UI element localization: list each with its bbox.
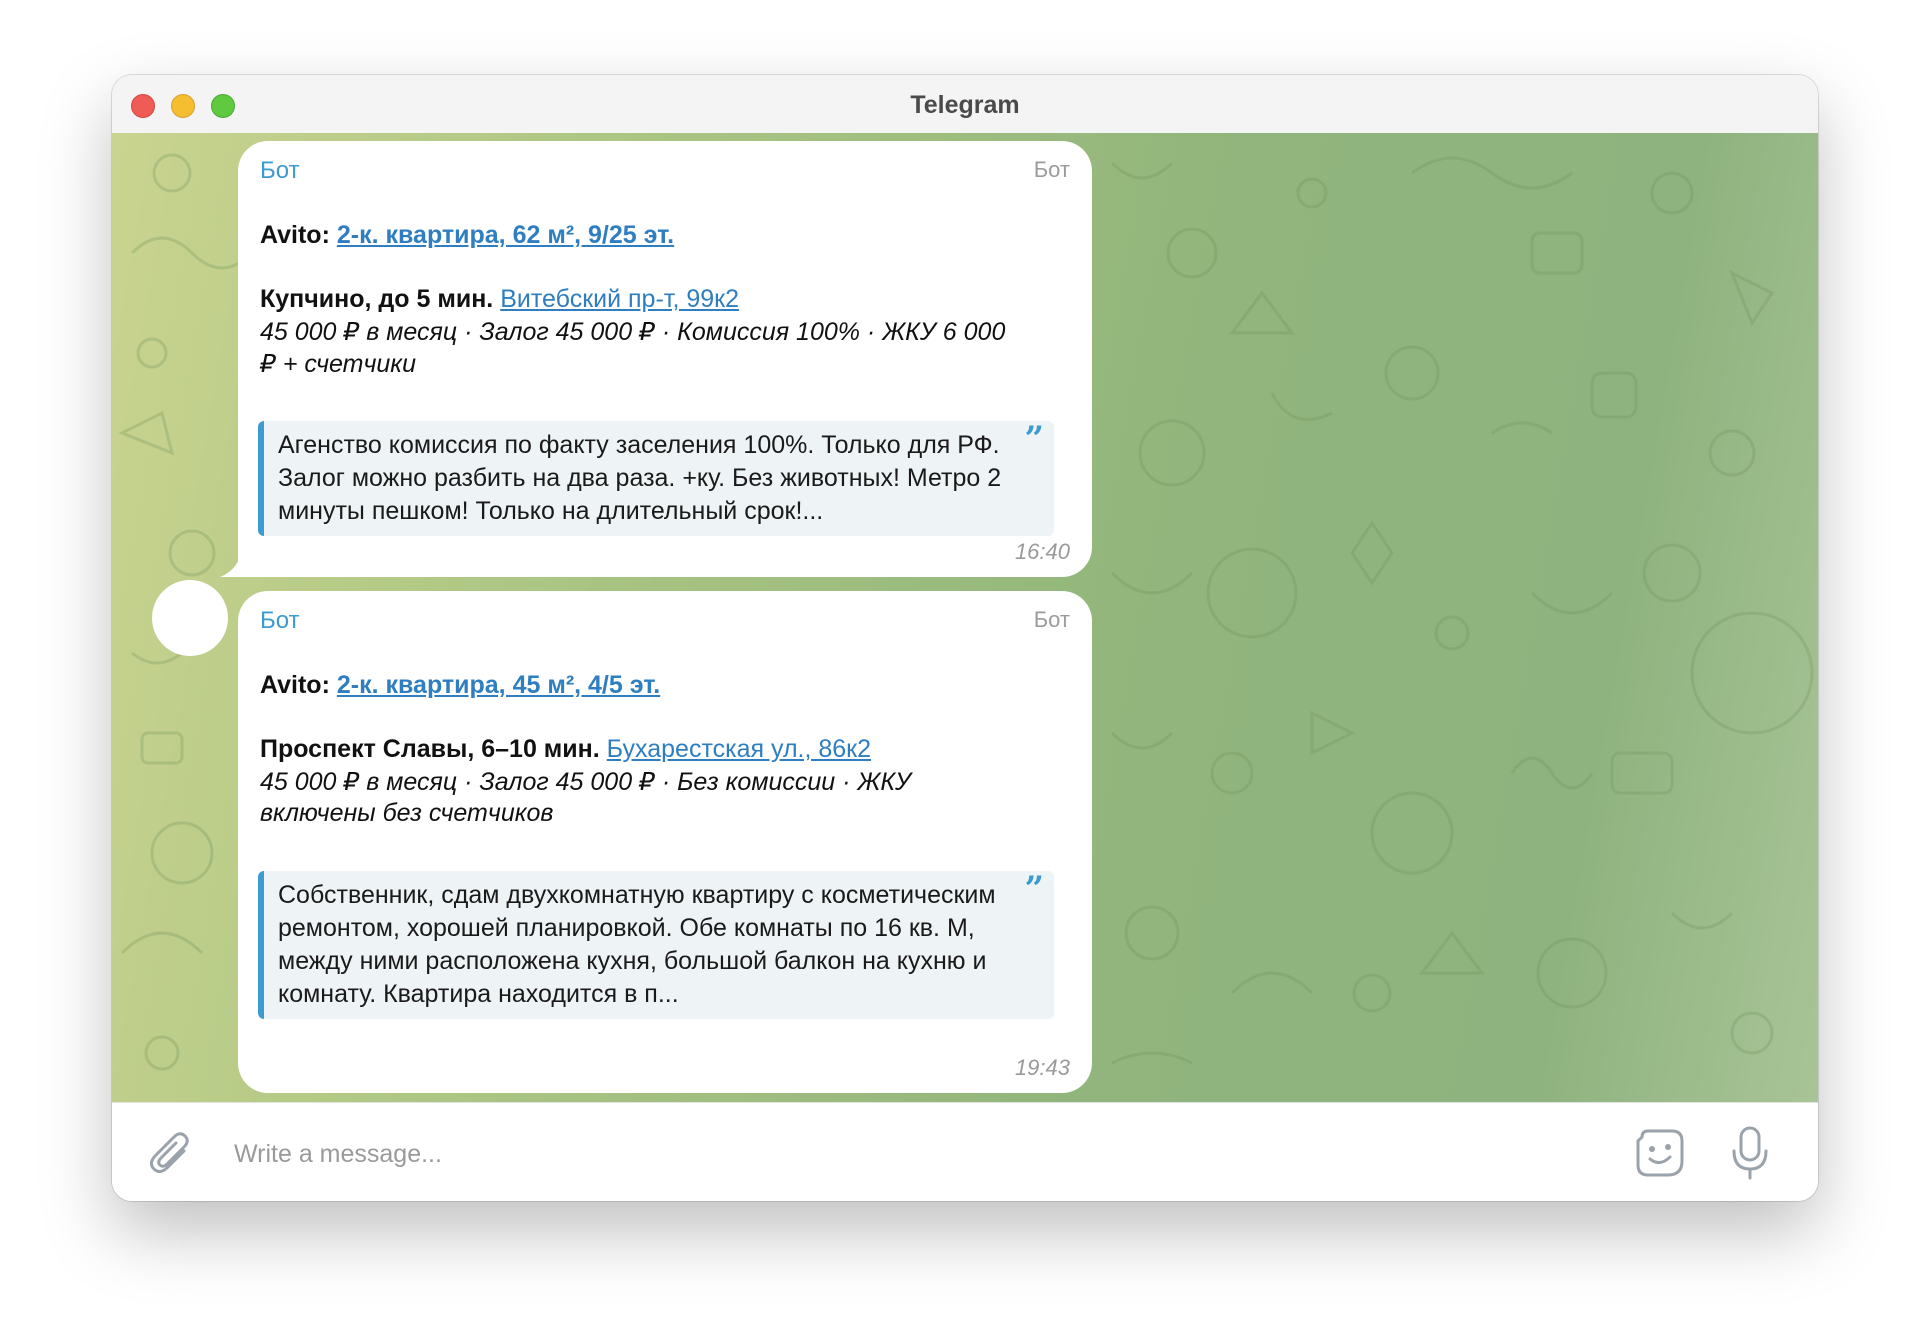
message-time: 19:43 <box>1014 1055 1070 1080</box>
message-bubble[interactable]: Бот Бот Avito: 2-к. квартира, 45 м², 4/5… <box>238 591 1092 1093</box>
price-line-continued: ₽ + счетчики <box>260 350 417 378</box>
message-input[interactable] <box>232 1125 1636 1183</box>
price-line: 45 000 ₽ в месяц · Залог 45 000 ₽ · Коми… <box>260 318 1006 346</box>
listing-headline: Avito: 2-к. квартира, 45 м², 4/5 эт. <box>260 671 660 700</box>
chat-area[interactable]: Бот Бот Avito: 2-к. квартира, 62 м², 9/2… <box>112 133 1818 1102</box>
message-bubble[interactable]: Бот Бот Avito: 2-к. квартира, 62 м², 9/2… <box>220 141 1092 577</box>
quote-icon: ” <box>1024 419 1044 459</box>
listing-link[interactable]: 2-к. квартира, 45 м², 4/5 эт. <box>337 671 660 699</box>
listing-link[interactable]: 2-к. квартира, 62 м², 9/25 эт. <box>337 221 674 249</box>
quote-text: Собственник, сдам двухкомнатную квартиру… <box>278 881 996 1008</box>
message-time: 16:40 <box>1014 539 1070 564</box>
address-link[interactable]: Бухарестская ул., 86к2 <box>607 735 871 763</box>
paperclip-icon[interactable] <box>148 1131 192 1177</box>
quote-text: Агенство комиссия по факту заселения 100… <box>278 431 1002 525</box>
sticker-icon[interactable] <box>1634 1127 1686 1179</box>
location-line: Проспект Славы, 6–10 мин. Бухарестская у… <box>260 735 871 764</box>
price-line: 45 000 ₽ в месяц · Залог 45 000 ₽ · Без … <box>260 768 912 796</box>
location-label: Купчино, до 5 мин. <box>260 285 494 313</box>
message-sender[interactable]: Бот <box>260 607 300 635</box>
location-label: Проспект Славы, 6–10 мин. <box>260 735 600 763</box>
sender-tag: Бот <box>1033 607 1070 632</box>
message-composer <box>112 1102 1818 1201</box>
title-bar: Telegram <box>112 75 1818 134</box>
description-quote[interactable]: Агенство комиссия по факту заселения 100… <box>258 421 1054 536</box>
listing-headline: Avito: 2-к. квартира, 62 м², 9/25 эт. <box>260 221 674 250</box>
microphone-icon[interactable] <box>1728 1125 1772 1181</box>
message-sender[interactable]: Бот <box>260 157 300 185</box>
address-link[interactable]: Витебский пр-т, 99к2 <box>500 285 739 313</box>
source-label: Avito: <box>260 221 330 249</box>
sender-tag: Бот <box>1033 157 1070 182</box>
bot-avatar[interactable] <box>152 580 228 656</box>
window-title: Telegram <box>910 91 1020 119</box>
quote-icon: ” <box>1024 869 1044 909</box>
location-line: Купчино, до 5 мин. Витебский пр-т, 99к2 <box>260 285 739 314</box>
description-quote[interactable]: Собственник, сдам двухкомнатную квартиру… <box>258 871 1054 1019</box>
source-label: Avito: <box>260 671 330 699</box>
telegram-window: Telegram Бот Бот Avito: 2-к. квартира, 6… <box>112 75 1818 1201</box>
bubble-tail <box>220 547 250 577</box>
price-line-continued: включены без счетчиков <box>260 799 554 827</box>
